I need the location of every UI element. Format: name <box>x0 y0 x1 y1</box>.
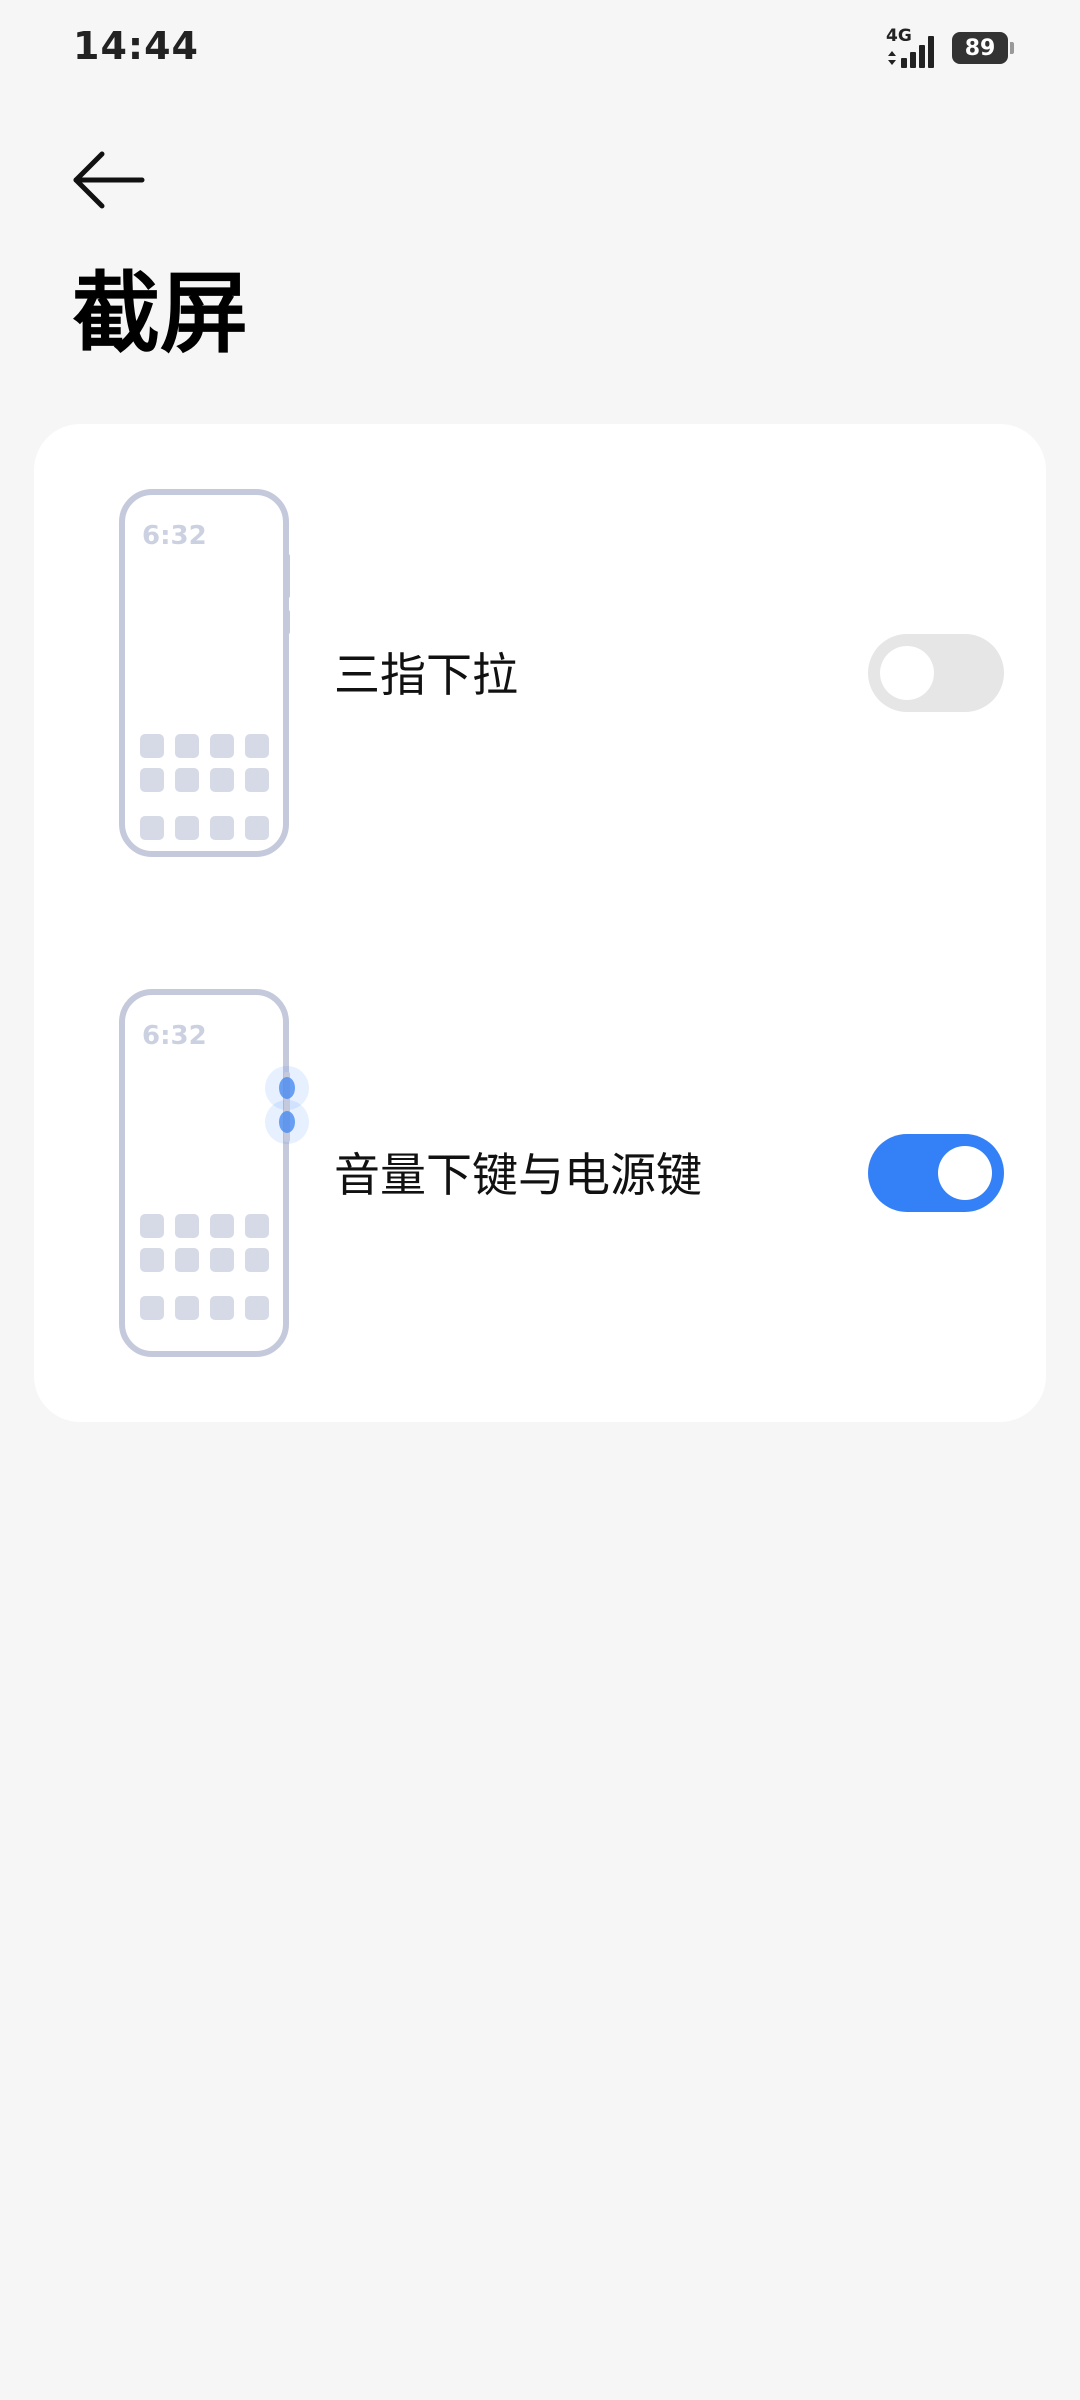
battery-tip <box>1010 42 1014 54</box>
screenshot-settings-screen: 14:44 4G 89 截屏 6:32 三指下拉 6:32 音量下键与电源键 <box>0 0 1080 2400</box>
back-button[interactable] <box>66 140 156 220</box>
signal-bars-icon: 4G <box>884 26 940 70</box>
status-bar: 14:44 4G 89 <box>0 0 1080 100</box>
battery-icon: 89 <box>952 32 1014 64</box>
toggle-three-finger[interactable] <box>868 634 1004 712</box>
option-label-volume-power: 音量下键与电源键 <box>334 1148 702 1202</box>
illustration-time: 6:32 <box>142 1021 207 1051</box>
toggle-knob <box>880 646 934 700</box>
option-row-three-finger[interactable]: 6:32 三指下拉 <box>34 482 1046 862</box>
arrow-left-icon <box>73 151 145 209</box>
status-icons: 4G 89 <box>884 26 1014 70</box>
toggle-knob <box>938 1146 992 1200</box>
page-title: 截屏 <box>72 262 249 365</box>
illustration-time: 6:32 <box>142 521 207 551</box>
settings-card: 6:32 三指下拉 6:32 音量下键与电源键 <box>34 424 1046 1422</box>
status-time: 14:44 <box>73 24 199 68</box>
battery-level: 89 <box>964 35 996 61</box>
toggle-volume-power[interactable] <box>868 1134 1004 1212</box>
phone-three-finger-icon: 6:32 <box>82 482 312 862</box>
phone-buttons-icon: 6:32 <box>82 982 312 1362</box>
option-row-volume-power[interactable]: 6:32 音量下键与电源键 <box>34 982 1046 1362</box>
option-label-three-finger: 三指下拉 <box>334 648 518 702</box>
